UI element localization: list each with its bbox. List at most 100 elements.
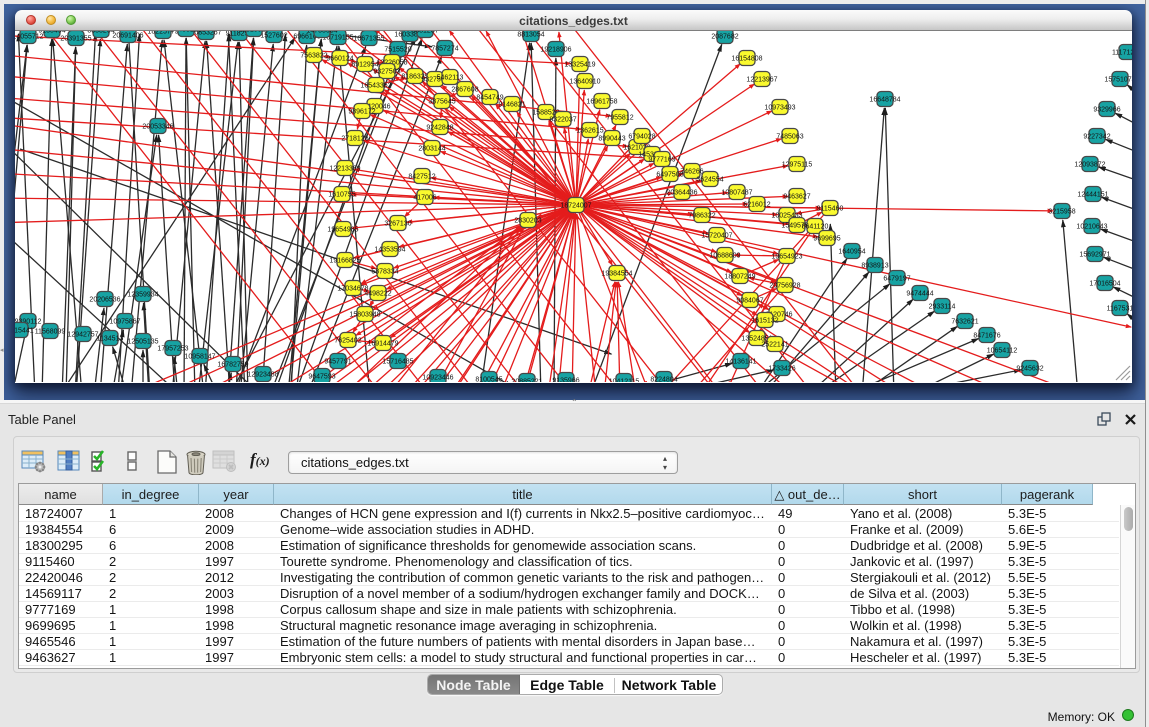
svg-text:18724007: 18724007 <box>560 203 591 210</box>
svg-text:12505135: 12505135 <box>127 339 158 346</box>
svg-text:9329966: 9329966 <box>1093 107 1120 114</box>
svg-text:8353264: 8353264 <box>87 31 114 35</box>
svg-text:18807249: 18807249 <box>724 274 755 281</box>
svg-text:8641120: 8641120 <box>802 224 829 231</box>
svg-text:10412115: 10412115 <box>609 379 640 383</box>
svg-text:9327503: 9327503 <box>373 69 400 76</box>
svg-text:12213967: 12213967 <box>746 77 777 84</box>
svg-text:10210643: 10210643 <box>1076 224 1107 231</box>
svg-text:9084067: 9084067 <box>736 298 763 305</box>
svg-text:4498222: 4498222 <box>364 291 391 298</box>
svg-text:417006: 417006 <box>413 195 436 202</box>
svg-text:3267130: 3267130 <box>384 221 411 228</box>
svg-text:20206536: 20206536 <box>89 297 120 304</box>
svg-text:7986322: 7986322 <box>688 213 715 220</box>
svg-text:16782759: 16782759 <box>217 362 248 369</box>
svg-text:15803948: 15803948 <box>349 312 380 319</box>
svg-text:14136141: 14136141 <box>725 359 756 366</box>
svg-text:19166825: 19166825 <box>329 258 360 265</box>
svg-text:19384554: 19384554 <box>601 271 632 278</box>
svg-text:9699695: 9699695 <box>813 236 840 243</box>
svg-text:9474444: 9474444 <box>906 291 933 298</box>
svg-text:2830203: 2830203 <box>514 218 541 225</box>
svg-text:1362615: 1362615 <box>576 128 603 135</box>
svg-text:9896172: 9896172 <box>348 109 375 116</box>
svg-text:9245632: 9245632 <box>1016 366 1043 373</box>
svg-text:6216012: 6216012 <box>743 202 770 209</box>
svg-text:10654112: 10654112 <box>987 348 1018 355</box>
svg-text:7563822: 7563822 <box>300 53 327 60</box>
svg-text:6479197: 6479197 <box>883 276 910 283</box>
svg-text:12444151: 12444151 <box>1077 192 1108 199</box>
svg-text:8224804: 8224804 <box>650 377 677 383</box>
svg-text:1167531: 1167531 <box>1107 306 1132 313</box>
svg-text:9135966: 9135966 <box>552 378 579 383</box>
svg-text:5462113: 5462113 <box>437 75 464 82</box>
svg-text:19218906: 19218906 <box>540 47 571 54</box>
svg-text:1527602: 1527602 <box>260 33 287 40</box>
svg-text:2522141: 2522141 <box>761 342 788 349</box>
svg-text:7632621: 7632621 <box>951 319 978 326</box>
svg-text:20885221: 20885221 <box>511 379 542 383</box>
svg-text:20756928: 20756928 <box>769 283 800 290</box>
svg-text:16961758: 16961758 <box>586 99 617 106</box>
svg-text:20391355: 20391355 <box>60 36 91 43</box>
svg-text:1610755: 1610755 <box>328 192 355 199</box>
svg-text:9881237: 9881237 <box>411 31 438 35</box>
svg-text:3875645: 3875645 <box>428 99 455 106</box>
svg-text:14353594: 14353594 <box>374 247 405 254</box>
svg-text:3624554: 3624554 <box>696 177 723 184</box>
svg-text:9777169: 9777169 <box>648 157 675 164</box>
svg-text:13325419: 13325419 <box>564 62 595 69</box>
svg-text:1134513: 1134513 <box>97 336 124 343</box>
svg-text:1615132: 1615132 <box>751 318 778 325</box>
svg-text:8813054: 8813054 <box>517 32 544 39</box>
svg-text:16543362: 16543362 <box>360 83 391 90</box>
svg-text:10975867: 10975867 <box>109 319 140 326</box>
svg-text:9115460: 9115460 <box>817 206 844 213</box>
svg-text:14055712: 14055712 <box>15 34 44 41</box>
svg-text:11568099: 11568099 <box>35 329 66 336</box>
svg-text:9242848: 9242848 <box>426 125 453 132</box>
svg-text:8471676: 8471676 <box>973 333 1000 340</box>
svg-text:3915441: 3915441 <box>15 328 34 335</box>
svg-text:2933114: 2933114 <box>929 304 956 311</box>
svg-text:15720407: 15720407 <box>701 233 732 240</box>
svg-text:15751074: 15751074 <box>1104 77 1132 84</box>
svg-text:9660124: 9660124 <box>326 56 353 63</box>
svg-text:2867608: 2867608 <box>451 87 478 94</box>
svg-text:19654923: 19654923 <box>771 254 802 261</box>
svg-text:10958147: 10958147 <box>184 354 215 361</box>
svg-text:8990443: 8990443 <box>598 136 625 143</box>
svg-text:8454749: 8454749 <box>476 95 503 102</box>
svg-text:2718126: 2718126 <box>341 136 368 143</box>
svg-text:3215958: 3215958 <box>1048 209 1075 216</box>
svg-text:6794028: 6794028 <box>628 134 655 141</box>
svg-text:20053346: 20053346 <box>142 124 173 131</box>
svg-text:7955812: 7955812 <box>606 115 633 122</box>
svg-text:12975115: 12975115 <box>782 162 813 169</box>
svg-text:8912954: 8912954 <box>351 62 378 69</box>
svg-text:15692971: 15692971 <box>1079 252 1110 259</box>
svg-text:746266: 746266 <box>680 169 703 176</box>
svg-text:16648784: 16648784 <box>869 97 900 104</box>
svg-text:9146821: 9146821 <box>498 102 525 109</box>
svg-text:12093872: 12093872 <box>1074 162 1105 169</box>
svg-text:12359934: 12359934 <box>127 292 158 299</box>
svg-text:8427512: 8427512 <box>408 174 435 181</box>
svg-text:10671355: 10671355 <box>353 36 384 43</box>
svg-text:2087682: 2087682 <box>711 34 738 41</box>
svg-text:7485063: 7485063 <box>776 134 803 141</box>
svg-text:8938913: 8938913 <box>861 263 888 270</box>
svg-text:16914479: 16914479 <box>367 341 398 348</box>
svg-text:8100545: 8100545 <box>475 377 502 383</box>
svg-text:1640954: 1640954 <box>838 249 865 256</box>
svg-text:20458128: 20458128 <box>170 31 201 34</box>
svg-text:10807487: 10807487 <box>721 190 752 197</box>
svg-text:9463627: 9463627 <box>783 194 810 201</box>
svg-text:20364436: 20364436 <box>666 190 697 197</box>
svg-text:10923446: 10923446 <box>422 375 453 382</box>
svg-text:7625402: 7625402 <box>334 338 361 345</box>
svg-text:15716485: 15716485 <box>382 359 413 366</box>
svg-text:10973493: 10973493 <box>764 105 795 112</box>
